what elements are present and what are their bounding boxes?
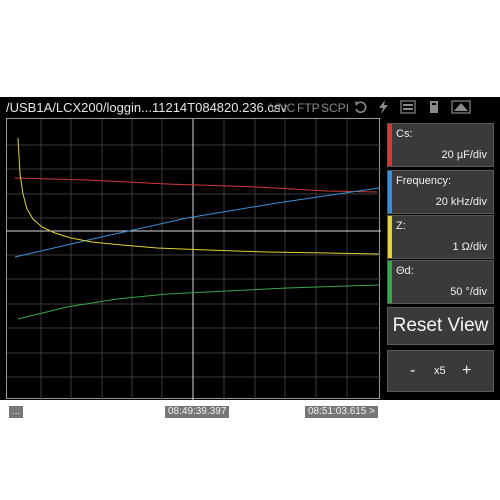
reset-view-button[interactable]: Reset View [387,307,494,345]
frequency-color-bar [388,171,392,213]
ftp-status[interactable]: FTP [297,101,320,115]
frequency-scale-card[interactable]: Frequency: 20 kHz/div [387,170,494,214]
frequency-trace [14,187,380,258]
network-icon[interactable] [451,100,471,114]
instrument-screen: /USB1A/LCX200/loggin...11214T084820.236.… [0,97,500,418]
vnc-status[interactable]: VNC [270,101,295,115]
zoom-in-button[interactable]: + [462,351,471,391]
end-time-button[interactable]: 08:51:03.615 > [304,406,378,418]
file-path: /USB1A/LCX200/loggin...11214T084820.236.… [6,100,287,115]
usb-storage-icon[interactable] [426,100,442,114]
plot-menu-button[interactable]: ... [9,406,24,418]
settings-panel-icon[interactable] [400,100,416,114]
frequency-label: Frequency: [396,175,452,187]
theta-label: Θd: [396,265,414,277]
theta-color-bar [388,261,392,303]
lightning-icon [379,100,388,114]
cs-trace [14,177,378,193]
z-scale-card[interactable]: Z: 1 Ω/div [387,215,494,259]
frequency-scale-value: 20 kHz/div [435,196,487,208]
theta-trace [17,284,380,320]
z-color-bar [388,216,392,258]
zoom-control: - x5 + [387,350,494,392]
cs-label: Cs: [396,128,413,140]
cs-color-bar [388,124,392,166]
plot-canvas [7,119,381,400]
zoom-factor: x5 [434,365,446,377]
zoom-out-button[interactable]: - [410,351,415,391]
theta-scale-card[interactable]: Θd: 50 °/div [387,260,494,304]
theta-scale-value: 50 °/div [450,286,487,298]
z-scale-value: 1 Ω/div [452,241,487,253]
remote-loop-icon [355,101,367,113]
cursor-time-label: 08:49:39.397 [165,406,230,418]
scpi-status[interactable]: SCPI [321,101,349,115]
top-bar: /USB1A/LCX200/loggin...11214T084820.236.… [0,97,500,119]
trend-plot[interactable]: ... 08:49:39.397 08:51:03.615 > [6,118,381,418]
cs-scale-value: 20 µF/div [441,149,487,161]
z-label: Z: [396,220,406,232]
cs-scale-card[interactable]: Cs: 20 µF/div [387,123,494,167]
